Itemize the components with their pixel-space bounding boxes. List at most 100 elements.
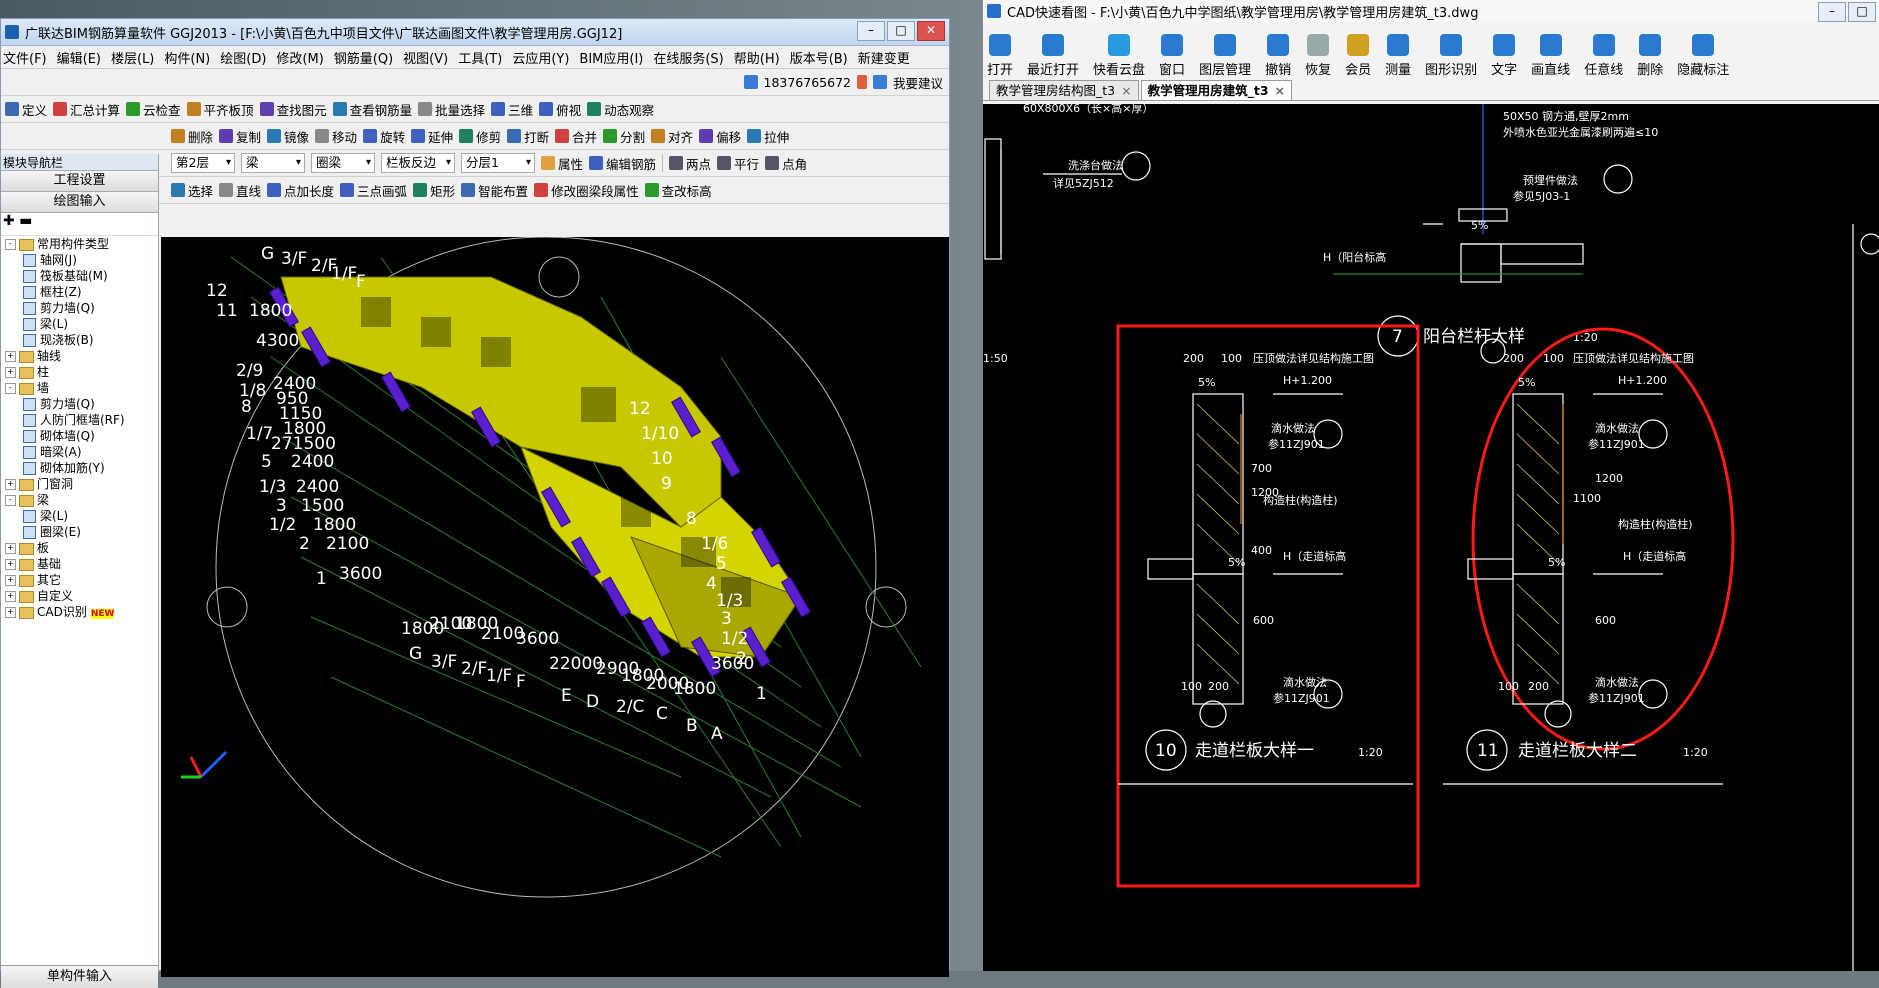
cad-toolbar-button[interactable]: 文字	[1491, 34, 1517, 78]
menu-item[interactable]: BIM应用(I)	[579, 48, 643, 67]
cad-toolbar-button[interactable]: 图层管理	[1199, 34, 1251, 78]
edit-button[interactable]: 旋转	[363, 127, 405, 146]
menu-item[interactable]: 帮助(H)	[734, 48, 780, 67]
draw-button[interactable]: 智能布置	[461, 181, 528, 200]
phone-number[interactable]: 18376765672	[764, 75, 851, 90]
menu-item[interactable]: 文件(F)	[3, 48, 47, 67]
tree-node[interactable]: 暗梁(A)	[1, 444, 158, 460]
cad-toolbar-button[interactable]: 测量	[1385, 34, 1411, 78]
tree-node[interactable]: 剪力墙(Q)	[1, 300, 158, 316]
menu-item[interactable]: 绘图(D)	[220, 48, 266, 67]
draw-button[interactable]: 修改圈梁段属性	[534, 181, 639, 200]
tree-toggle-icon[interactable]: +	[5, 607, 16, 618]
subtype-select[interactable]: 圈梁	[311, 153, 375, 173]
edit-button[interactable]: 对齐	[651, 127, 693, 146]
tree-node[interactable]: 梁(L)	[1, 316, 158, 332]
edit-button[interactable]: 拉伸	[747, 127, 789, 146]
tab-close-icon[interactable]: ×	[1275, 83, 1285, 98]
cad-file-tab[interactable]: 教学管理房结构图_t3 ×	[989, 80, 1139, 100]
menu-item[interactable]: 视图(V)	[403, 48, 448, 67]
tree-node[interactable]: 砌体加筋(Y)	[1, 460, 158, 476]
tree-node[interactable]: - 常用构件类型	[1, 236, 158, 252]
3d-viewport[interactable]: G 3/F 2/F 1/F F 12 11 1800 4300 2/9 2400 1/8 950 8 115…	[161, 237, 949, 977]
toolbar-button[interactable]: 俯视	[539, 100, 581, 119]
cad-toolbar-button[interactable]: 会员	[1345, 34, 1371, 78]
type-select[interactable]: 梁	[241, 153, 305, 173]
edit-button[interactable]: 打断	[507, 127, 549, 146]
tree-toggle-icon[interactable]: -	[5, 239, 16, 250]
tree-node[interactable]: 框柱(Z)	[1, 284, 158, 300]
edit-button[interactable]: 延伸	[411, 127, 453, 146]
orbit-handle-right[interactable]	[865, 586, 907, 628]
maximize-button[interactable]: □	[887, 21, 915, 41]
toolbar-button[interactable]: 三维	[491, 100, 533, 119]
tree-toggle-icon[interactable]: -	[5, 495, 16, 506]
tree-node[interactable]: + 轴线	[1, 348, 158, 364]
menu-item[interactable]: 在线服务(S)	[653, 48, 723, 67]
tree-node[interactable]: -梁	[1, 492, 158, 508]
menu-item[interactable]: 新建变更	[858, 48, 910, 67]
tree-node[interactable]: 砌体墙(Q)	[1, 428, 158, 444]
tree-node[interactable]: + 其它	[1, 572, 158, 588]
project-settings-button[interactable]: 工程设置	[1, 171, 158, 192]
floor-select[interactable]: 第2层	[171, 153, 235, 173]
cad-toolbar-button[interactable]: 隐藏标注	[1677, 34, 1729, 78]
cad-toolbar-button[interactable]: 任意线	[1584, 34, 1623, 78]
tree-toggle-icon[interactable]: -	[5, 383, 16, 394]
cad-minimize-button[interactable]: –	[1818, 2, 1846, 22]
parallel-button[interactable]: 平行	[717, 154, 759, 173]
cad-toolbar-button[interactable]: 窗口	[1159, 34, 1185, 78]
orbit-handle-left[interactable]	[206, 586, 248, 628]
tree-toggle-icon[interactable]: +	[5, 367, 16, 378]
menu-item[interactable]: 楼层(L)	[111, 48, 154, 67]
edit-button[interactable]: 删除	[171, 127, 213, 146]
tree-node[interactable]: + 自定义	[1, 588, 158, 604]
cad-toolbar-button[interactable]: 图形识别	[1425, 34, 1477, 78]
draw-button[interactable]: 三点画弧	[340, 181, 407, 200]
cad-toolbar-button[interactable]: 画直线	[1531, 34, 1570, 78]
point-angle-button[interactable]: 点角	[765, 154, 807, 173]
toolbar-button[interactable]: 动态观察	[587, 100, 654, 119]
tree-node[interactable]: + 柱	[1, 364, 158, 380]
single-component-input-button[interactable]: 单构件输入	[1, 965, 158, 988]
edit-button[interactable]: 移动	[315, 127, 357, 146]
draw-button[interactable]: 点加长度	[267, 181, 334, 200]
orbit-handle-top[interactable]	[538, 256, 580, 298]
props-button[interactable]: 属性	[541, 154, 583, 173]
cad-toolbar-button[interactable]: 恢复	[1305, 34, 1331, 78]
tree-expand-collapse[interactable]: ✚ ▬	[1, 213, 158, 236]
layer-select[interactable]: 分层1	[461, 153, 535, 173]
tree-node[interactable]: 轴网(J)	[1, 252, 158, 268]
tree-node[interactable]: 现浇板(B)	[1, 332, 158, 348]
edit-button[interactable]: 复制	[219, 127, 261, 146]
suggest-link[interactable]: 我要建议	[893, 73, 943, 92]
tree-node[interactable]: + CAD识别 NEW	[1, 604, 158, 622]
tree-node[interactable]: + 板	[1, 540, 158, 556]
tree-toggle-icon[interactable]: +	[5, 351, 16, 362]
tree-node[interactable]: 剪力墙(Q)	[1, 396, 158, 412]
edit-button[interactable]: 分割	[603, 127, 645, 146]
tree-toggle-icon[interactable]: +	[5, 479, 16, 490]
cad-toolbar-button[interactable]: 删除	[1637, 34, 1663, 78]
tree-node[interactable]: + 基础	[1, 556, 158, 572]
cad-maximize-button[interactable]: □	[1848, 2, 1876, 22]
cad-toolbar-button[interactable]: 快看云盘	[1093, 34, 1145, 78]
tab-close-icon[interactable]: ×	[1121, 83, 1131, 98]
tree-node[interactable]: + 门窗洞	[1, 476, 158, 492]
tree-toggle-icon[interactable]: +	[5, 559, 16, 570]
draw-button[interactable]: 矩形	[413, 181, 455, 200]
edit-button[interactable]: 镜像	[267, 127, 309, 146]
menu-item[interactable]: 云应用(Y)	[512, 48, 569, 67]
draw-button[interactable]: 直线	[219, 181, 261, 200]
menu-item[interactable]: 版本号(B)	[790, 48, 848, 67]
toolbar-button[interactable]: 汇总计算	[53, 100, 120, 119]
menu-item[interactable]: 编辑(E)	[57, 48, 101, 67]
tree-node[interactable]: 圈梁(E)	[1, 524, 158, 540]
tree-toggle-icon[interactable]: +	[5, 591, 16, 602]
drawing-input-button[interactable]: 绘图输入	[1, 192, 158, 213]
cad-toolbar-button[interactable]: 最近打开	[1027, 34, 1079, 78]
cad-file-tab[interactable]: 教学管理用房建筑_t3 ×	[1140, 80, 1293, 100]
menu-item[interactable]: 钢筋量(Q)	[334, 48, 393, 67]
draw-button[interactable]: 查改标高	[644, 181, 712, 200]
toolbar-button[interactable]: 平齐板顶	[186, 100, 254, 119]
